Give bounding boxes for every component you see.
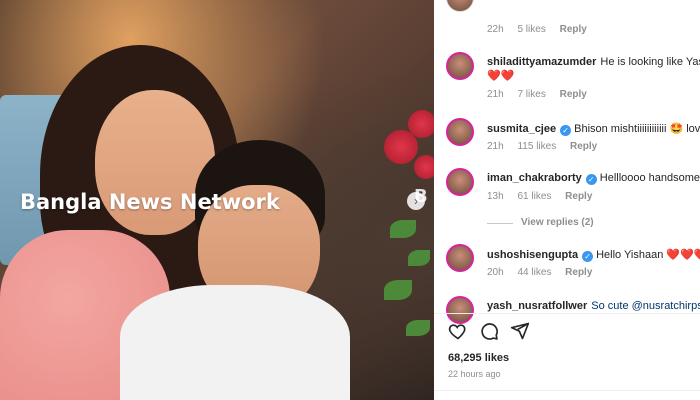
comment-body: Bhison mishtiiiiiiiiiiii 🤩 lov (574, 123, 700, 135)
comment-time: 22h (487, 24, 504, 35)
avatar[interactable] (446, 296, 474, 324)
verified-badge-icon: ✓ (582, 251, 594, 262)
comment-text: shiladittyamazumder He is looking like Ya… (487, 56, 700, 68)
comment-username[interactable]: shiladittyamazumder (487, 56, 596, 68)
bottom-divider (434, 390, 700, 391)
comment-body: Hello Yishaan (596, 249, 664, 261)
reply-button[interactable]: Reply (570, 141, 597, 152)
comment-meta: 21h 115 likes Reply (487, 141, 608, 152)
reply-button[interactable]: Reply (565, 267, 592, 278)
comment-text: susmita_cjee ✓ Bhison mishtiiiiiiiiiiii 🤩 … (487, 122, 700, 136)
comment-icon[interactable] (479, 321, 499, 341)
likes-count[interactable]: 68,295 likes (448, 352, 509, 364)
reply-button[interactable]: Reply (560, 24, 587, 35)
comment-username[interactable]: ushoshisengupta (487, 249, 578, 261)
comment-emoji: ❤️❤️ (487, 70, 515, 82)
view-replies-button[interactable]: View replies (2) (521, 217, 594, 228)
avatar[interactable] (446, 118, 474, 146)
heart-icon[interactable] (448, 321, 468, 341)
comment-username[interactable]: susmita_cjee (487, 123, 556, 135)
comment-likes[interactable]: 7 likes (517, 89, 545, 100)
comment-text: yash_nusratfollwer So cute @nusratchirps (487, 300, 700, 312)
avatar[interactable] (446, 52, 474, 80)
comment-emoji: ❤️❤️❤️ (666, 249, 700, 261)
comment-likes[interactable]: 5 likes (517, 24, 545, 35)
roses (378, 100, 434, 400)
reply-button[interactable]: Reply (560, 89, 587, 100)
comment-username[interactable]: iman_chakraborty (487, 172, 582, 184)
comment-time: 13h (487, 191, 504, 202)
comment-likes[interactable]: 115 likes (517, 141, 556, 152)
post-time: 22 hours ago (448, 369, 501, 379)
comment-time: 21h (487, 89, 504, 100)
comment-body: So cute @nusratchirps (591, 300, 700, 312)
comment-username[interactable]: yash_nusratfollwer (487, 300, 587, 312)
comment-likes[interactable]: 44 likes (517, 267, 551, 278)
comment-body: Hellloooo handsome (599, 172, 700, 184)
comment-meta: 22h 5 likes Reply (487, 24, 598, 35)
post-photo[interactable]: Bangla News Network B › (0, 0, 434, 400)
avatar[interactable] (446, 0, 474, 12)
comment-meta: 20h 44 likes Reply (487, 267, 603, 278)
avatar[interactable] (446, 244, 474, 272)
comment-time: 20h (487, 267, 504, 278)
actions-divider (434, 313, 700, 314)
share-icon[interactable] (510, 321, 530, 341)
comment-likes[interactable]: 61 likes (517, 191, 551, 202)
verified-badge-icon: ✓ (560, 125, 572, 136)
watermark-text: Bangla News Network (20, 190, 280, 214)
comment-text: ushoshisengupta ✓Hello Yishaan ❤️❤️❤️ (487, 248, 700, 262)
comment-text: iman_chakraborty ✓ Hellloooo handsome (487, 172, 700, 185)
comment-meta: 21h 7 likes Reply (487, 89, 598, 100)
comment-meta: 13h 61 likes Reply (487, 191, 603, 202)
replies-divider (487, 223, 513, 224)
comment-body: He is looking like Yash (600, 56, 700, 68)
avatar[interactable] (446, 168, 474, 196)
comments-panel: 22h 5 likes Reply shiladittyamazumder He … (434, 0, 700, 400)
next-arrow-icon[interactable]: › (407, 192, 425, 210)
comment-time: 21h (487, 141, 504, 152)
reply-button[interactable]: Reply (565, 191, 592, 202)
boy-shirt (120, 285, 350, 400)
verified-badge-icon: ✓ (585, 174, 597, 185)
